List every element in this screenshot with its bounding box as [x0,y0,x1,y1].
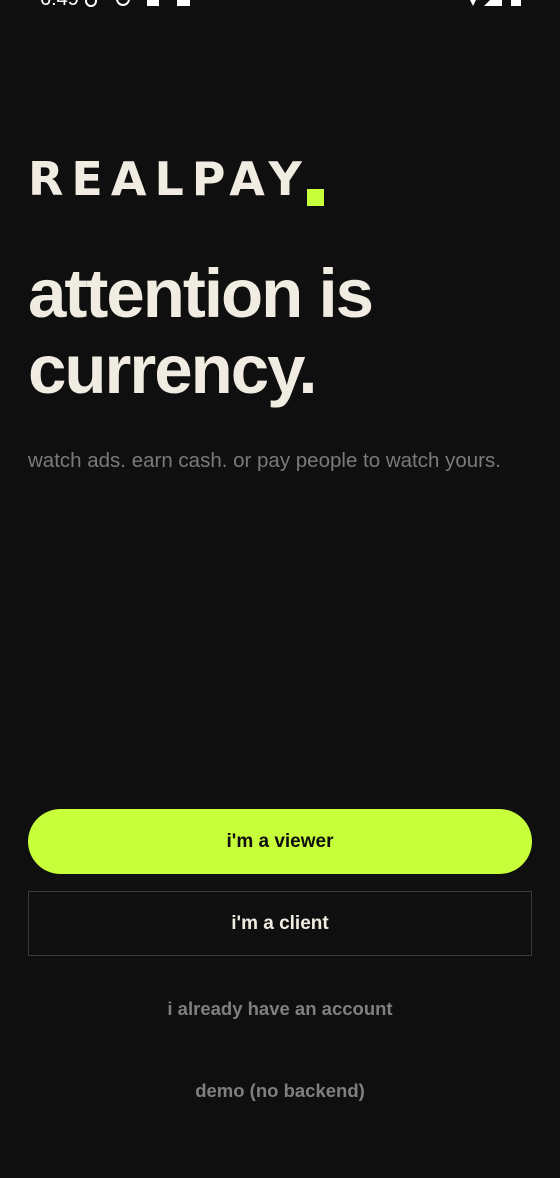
client-button[interactable]: i'm a client [28,891,532,956]
hero-headline: attention is currency. [28,255,374,408]
notification-icon [177,0,190,6]
battery-icon [511,0,521,6]
brand-name: REALPAY [28,152,310,206]
demo-link[interactable]: demo (no backend) [28,1080,532,1102]
wifi-icon [464,0,482,6]
hero-subtitle: watch ads. earn cash. or pay people to w… [28,449,501,472]
status-time: 6:49 [40,0,79,9]
viewer-button[interactable]: i'm a viewer [28,809,532,874]
brand-accent-square [307,189,324,206]
status-bar: 6:49 [0,0,560,10]
brand-logo: REALPAY [28,146,324,206]
settings-icon [85,0,97,7]
shield-icon [116,0,130,6]
signal-icon [484,0,502,6]
login-link[interactable]: i already have an account [28,998,532,1020]
sim-icon [147,0,159,6]
